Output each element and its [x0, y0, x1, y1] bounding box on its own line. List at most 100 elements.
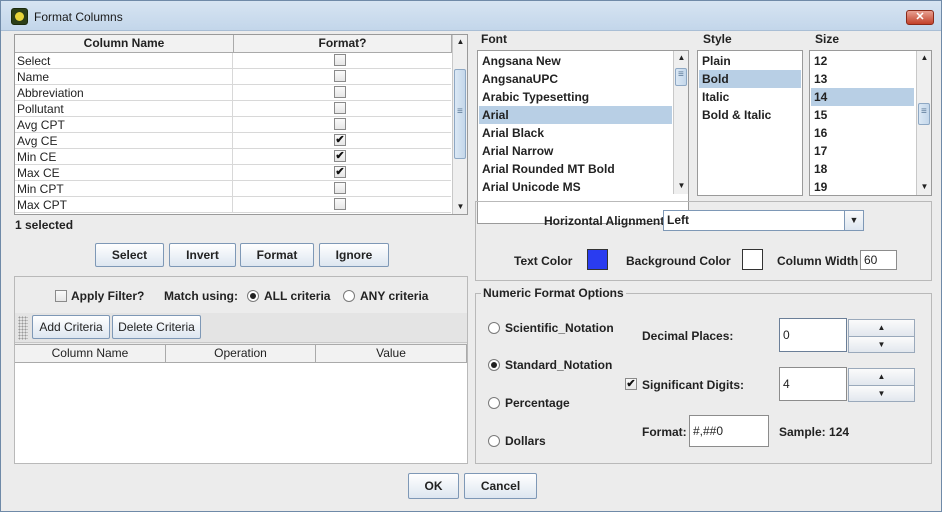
size-list-scrollbar[interactable]: ▲ ▼ — [916, 51, 931, 195]
font-list-item[interactable]: Arial Black — [479, 124, 672, 142]
table-row[interactable]: Pollutant — [15, 101, 451, 117]
style-list-item[interactable]: Plain — [699, 52, 801, 70]
decrement-icon[interactable]: ▼ — [849, 385, 914, 401]
font-list-item[interactable]: Arial Narrow — [479, 142, 672, 160]
size-list-item[interactable]: 13 — [811, 70, 914, 88]
format-checkbox[interactable]: ✔ — [334, 150, 346, 162]
table-row[interactable]: Avg CE ✔ — [15, 133, 451, 149]
increment-icon[interactable]: ▲ — [849, 320, 914, 336]
style-list-item[interactable]: Italic — [699, 88, 801, 106]
format-checkbox[interactable] — [334, 54, 346, 66]
all-criteria-radio[interactable] — [247, 290, 259, 302]
decimal-places-spinner[interactable]: ▲ ▼ — [848, 319, 915, 353]
ignore-button[interactable]: Ignore — [319, 243, 389, 267]
table-row[interactable]: Select — [15, 53, 451, 69]
scroll-up-icon[interactable]: ▲ — [453, 35, 468, 49]
decrement-icon[interactable]: ▼ — [849, 336, 914, 352]
font-list-item[interactable]: Arial Unicode MS — [479, 178, 672, 196]
format-pattern-field[interactable]: #,##0 — [689, 415, 769, 447]
scroll-thumb[interactable] — [918, 103, 930, 125]
column-name-cell: Min CE — [17, 150, 57, 164]
font-list-item[interactable]: Angsana New — [479, 52, 672, 70]
alignment-dropdown[interactable]: Left ▼ — [663, 210, 864, 231]
size-list-item[interactable]: 12 — [811, 52, 914, 70]
selection-status: 1 selected — [15, 218, 74, 232]
scroll-up-icon[interactable]: ▲ — [917, 51, 932, 65]
percentage-radio[interactable] — [488, 397, 500, 409]
size-list-item[interactable]: 18 — [811, 160, 914, 178]
title-bar: Format Columns ✕ — [1, 1, 941, 31]
decimal-places-field[interactable]: 0 — [779, 318, 847, 352]
toolbar-grip-icon[interactable] — [18, 316, 28, 340]
format-checkbox[interactable] — [334, 86, 346, 98]
column-width-field[interactable]: 60 — [860, 250, 897, 270]
delete-criteria-button[interactable]: Delete Criteria — [112, 315, 201, 339]
format-header[interactable]: Format? — [234, 35, 452, 53]
ok-button[interactable]: OK — [408, 473, 459, 499]
format-button[interactable]: Format — [240, 243, 314, 267]
column-name-cell: Avg CE — [17, 134, 58, 148]
close-button[interactable]: ✕ — [906, 10, 934, 25]
format-checkbox[interactable]: ✔ — [334, 166, 346, 178]
filter-panel: Apply Filter? Match using: ALL criteria … — [14, 276, 468, 464]
style-list: Plain Bold Italic Bold & Italic — [697, 50, 803, 196]
column-name-cell: Avg CPT — [17, 118, 65, 132]
format-checkbox[interactable] — [334, 198, 346, 210]
table-row[interactable]: Max CE ✔ — [15, 165, 451, 181]
table-row[interactable]: Max CPT — [15, 197, 451, 213]
significant-digits-field[interactable]: 4 — [779, 367, 847, 401]
scroll-up-icon[interactable]: ▲ — [674, 51, 689, 65]
font-list-scrollbar[interactable]: ▲ ▼ — [673, 51, 688, 194]
scroll-down-icon[interactable]: ▼ — [917, 180, 932, 194]
table-row[interactable]: Name — [15, 69, 451, 85]
font-list-item[interactable]: Arabic Typesetting — [479, 88, 672, 106]
scroll-down-icon[interactable]: ▼ — [453, 200, 468, 214]
style-group: Style Plain Bold Italic Bold & Italic — [696, 31, 804, 197]
background-color-swatch[interactable] — [742, 249, 763, 270]
add-criteria-button[interactable]: Add Criteria — [32, 315, 110, 339]
criteria-column-header[interactable]: Column Name — [15, 345, 166, 363]
size-list-item[interactable]: 15 — [811, 106, 914, 124]
scroll-down-icon[interactable]: ▼ — [674, 179, 689, 193]
size-list-item[interactable]: 16 — [811, 124, 914, 142]
cancel-button[interactable]: Cancel — [464, 473, 537, 499]
size-list-item[interactable]: 19 — [811, 178, 914, 196]
invert-button[interactable]: Invert — [169, 243, 236, 267]
scientific-notation-radio[interactable] — [488, 322, 500, 334]
any-criteria-radio[interactable] — [343, 290, 355, 302]
standard-notation-radio[interactable] — [488, 359, 500, 371]
chevron-down-icon[interactable]: ▼ — [844, 211, 863, 230]
select-button[interactable]: Select — [95, 243, 164, 267]
table-row[interactable]: Abbreviation — [15, 85, 451, 101]
format-checkbox[interactable] — [334, 118, 346, 130]
criteria-value-header[interactable]: Value — [316, 345, 467, 363]
table-row[interactable]: Min CPT — [15, 181, 451, 197]
criteria-operation-header[interactable]: Operation — [166, 345, 316, 363]
style-list-item[interactable]: Bold & Italic — [699, 106, 801, 124]
font-list-item[interactable]: Arial Rounded MT Bold — [479, 160, 672, 178]
text-color-swatch[interactable] — [587, 249, 608, 270]
format-checkbox[interactable]: ✔ — [334, 134, 346, 146]
format-checkbox[interactable] — [334, 182, 346, 194]
increment-icon[interactable]: ▲ — [849, 369, 914, 385]
table-row[interactable]: Min CE ✔ — [15, 149, 451, 165]
column-name-header[interactable]: Column Name — [15, 35, 234, 53]
table-row[interactable]: Avg CPT — [15, 117, 451, 133]
scroll-thumb[interactable] — [454, 69, 466, 159]
format-cell — [232, 69, 451, 85]
significant-digits-spinner[interactable]: ▲ ▼ — [848, 368, 915, 402]
font-list-item[interactable]: AngsanaUPC — [479, 70, 672, 88]
style-list-item[interactable]: Bold — [699, 70, 801, 88]
format-checkbox[interactable] — [334, 70, 346, 82]
columns-table-scrollbar[interactable]: ▲ ▼ — [452, 35, 467, 214]
format-checkbox[interactable] — [334, 102, 346, 114]
significant-digits-checkbox[interactable]: ✔ — [625, 378, 637, 390]
font-list-item[interactable]: Arial — [479, 106, 672, 124]
size-list-item[interactable]: 14 — [811, 88, 914, 106]
size-list-item[interactable]: 17 — [811, 142, 914, 160]
all-criteria-label: ALL criteria — [264, 289, 331, 303]
apply-filter-checkbox[interactable] — [55, 290, 67, 302]
font-group: Font Angsana New AngsanaUPC Arabic Typeset… — [475, 31, 690, 224]
scroll-thumb[interactable] — [675, 68, 687, 86]
dollars-radio[interactable] — [488, 435, 500, 447]
